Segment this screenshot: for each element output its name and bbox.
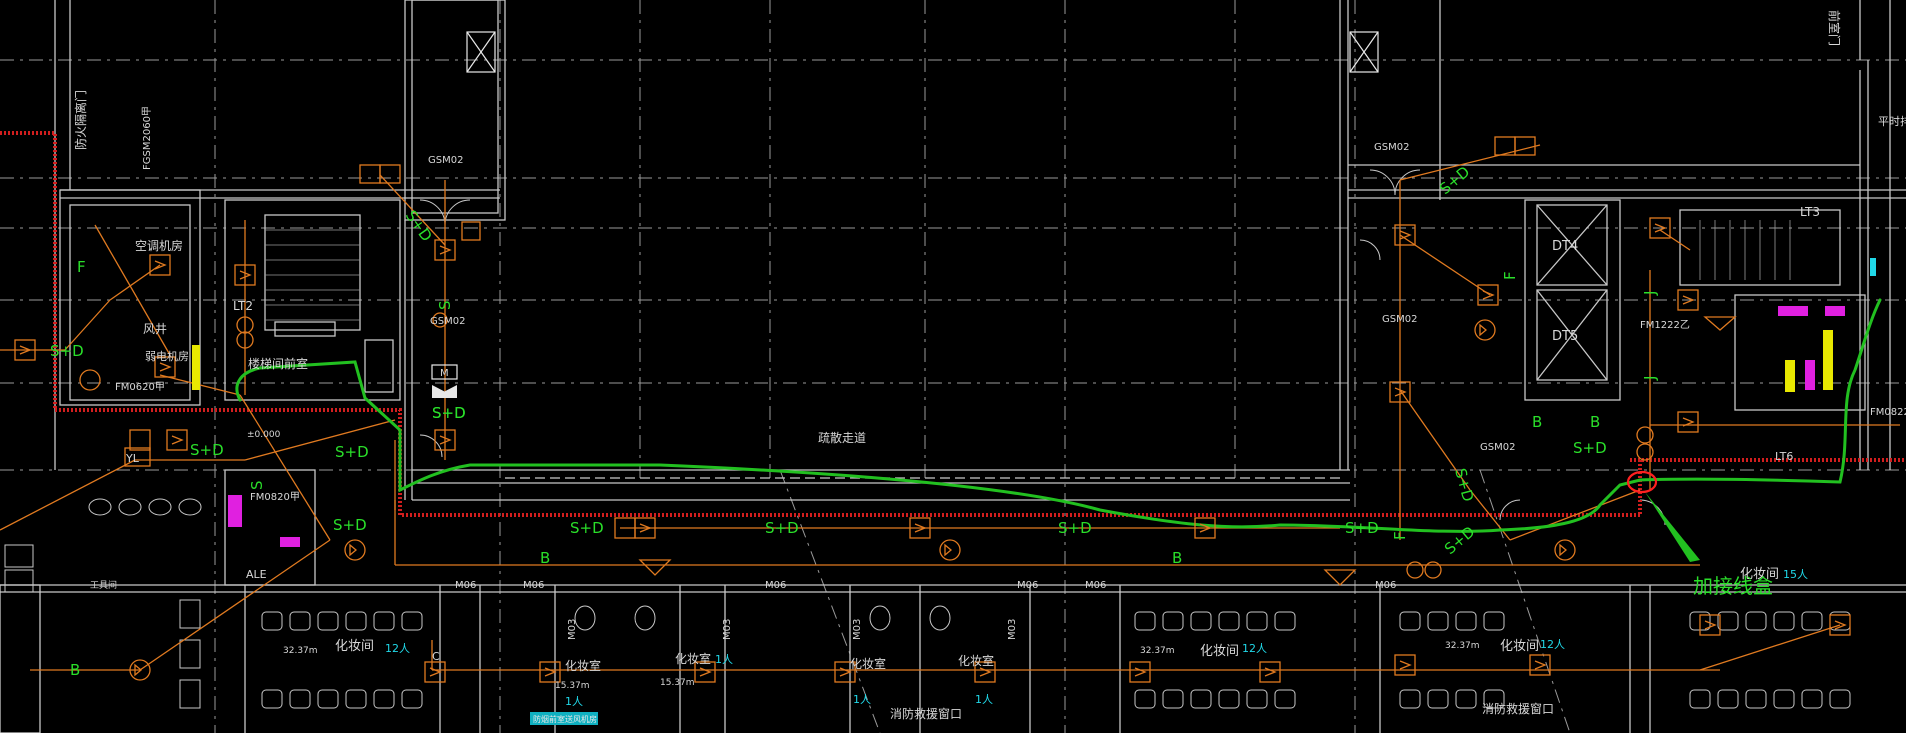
label-gsm02-mid-left: GSM02 <box>430 316 465 327</box>
label-b-1: B <box>540 549 550 567</box>
label-sd-1: S+D <box>50 342 84 360</box>
label-gsm02-lower-right: GSM02 <box>1480 442 1515 453</box>
label-people-1-c: 1人 <box>853 693 871 706</box>
label-b-5: B <box>70 661 80 679</box>
label-dt5: DT5 <box>1552 329 1578 344</box>
label-f-3: F <box>1391 531 1409 540</box>
label-dressing-small-4: 化妆室 <box>958 653 994 668</box>
label-m03-4: M03 <box>1007 619 1018 640</box>
label-m06-4: M06 <box>1017 580 1038 591</box>
label-sd-6: S+D <box>570 519 604 537</box>
label-sd-9: S+D <box>1345 519 1379 537</box>
label-gsm02-mid-right: GSM02 <box>1382 314 1417 325</box>
label-dressing-2: 化妆间 <box>1200 644 1239 659</box>
label-s-1: S <box>436 300 454 310</box>
label-m06-3: M06 <box>765 580 786 591</box>
label-people-12-c: 12人 <box>1540 638 1565 651</box>
label-lt3: LT3 <box>1800 205 1820 219</box>
label-weak-room: 弱电机房 <box>145 349 189 363</box>
label-people-15: 15人 <box>1783 568 1808 581</box>
label-area-2: 32.37m <box>1140 646 1175 656</box>
label-dt4: DT4 <box>1552 239 1578 254</box>
label-wind-shaft: 风井 <box>143 322 167 336</box>
label-annotation: 加接线盒 <box>1693 574 1773 598</box>
label-m: M <box>440 368 449 379</box>
label-j-1: J <box>1641 291 1659 296</box>
label-f-1: F <box>77 258 86 276</box>
label-area-3: 32.37m <box>1445 641 1480 651</box>
label-j-2: J <box>1641 376 1659 381</box>
label-sd-3: S+D <box>335 443 369 461</box>
label-fgsm: FGSM2060甲 <box>142 106 153 170</box>
label-fire-door: 防火隔离门 <box>73 90 88 150</box>
label-fm1222: FM1222乙 <box>1640 319 1690 331</box>
label-ale: ALE <box>246 568 267 581</box>
label-yl: YL <box>125 452 140 465</box>
label-fm0820: FM0820甲 <box>250 492 300 503</box>
label-sd-15: S+D <box>432 404 466 422</box>
label-people-1-d: 1人 <box>975 693 993 706</box>
label-level: ±0.000 <box>247 430 281 440</box>
label-lt6: LT6 <box>1775 450 1793 463</box>
label-right-side: 平时排风 <box>1878 114 1906 128</box>
label-f-2: F <box>1501 271 1519 280</box>
label-area-5: 15.37m <box>660 678 695 688</box>
label-right-top: 前室门 <box>1827 10 1842 46</box>
label-b-3: B <box>1532 413 1542 431</box>
label-m06-6: M06 <box>1375 580 1396 591</box>
label-m06-2: M06 <box>523 580 544 591</box>
label-dressing-small-1: 化妆室 <box>565 658 601 673</box>
label-c: C <box>432 650 440 663</box>
label-dressing-3: 化妆间 <box>1500 639 1539 654</box>
label-m03-2: M03 <box>722 619 733 640</box>
label-b-4: B <box>1590 413 1600 431</box>
label-corridor-caption: 防烟前室送风机房 <box>533 714 597 724</box>
label-s-2: S <box>248 480 266 490</box>
label-gsm02-right: GSM02 <box>1374 142 1409 153</box>
label-gsm02-left: GSM02 <box>428 155 463 166</box>
label-people-1-a: 1人 <box>565 695 583 708</box>
label-dressing-1: 化妆间 <box>335 639 374 654</box>
label-m06-1: M06 <box>455 580 476 591</box>
cad-floor-plan: GSM02 GSM02 GSM02 GSM02 GSM02 防火隔离门 FGSM… <box>0 0 1906 733</box>
label-area-1: 32.37m <box>283 646 318 656</box>
label-m03-3: M03 <box>852 619 863 640</box>
label-sd-8: S+D <box>1058 519 1092 537</box>
label-dressing-small-2: 化妆室 <box>675 651 711 666</box>
label-stairs: 楼梯间前室 <box>248 356 308 371</box>
label-fire-exit-2: 消防救援窗口 <box>1482 701 1554 716</box>
label-air-room: 空调机房 <box>135 238 183 253</box>
label-lt2: LT2 <box>233 299 253 313</box>
label-m06-5: M06 <box>1085 580 1106 591</box>
label-fm0822: FM0822乙 <box>1870 406 1906 418</box>
label-sd-7: S+D <box>765 519 799 537</box>
label-people-1-b: 1人 <box>715 653 733 666</box>
label-area-4: 15.37m <box>555 681 590 691</box>
label-b-2: B <box>1172 549 1182 567</box>
label-dressing-small-3: 化妆室 <box>850 656 886 671</box>
label-sd-4: S+D <box>333 516 367 534</box>
label-fm0620: FM0620甲 <box>115 382 165 393</box>
label-aisle: 疏散走道 <box>818 430 866 445</box>
label-m03-1: M03 <box>567 619 578 640</box>
label-tool: 工具间 <box>90 579 117 591</box>
label-people-12-a: 12人 <box>385 642 410 655</box>
label-sd-10: S+D <box>1573 439 1607 457</box>
label-fire-exit-1: 消防救援窗口 <box>890 706 962 721</box>
label-people-12-b: 12人 <box>1242 642 1267 655</box>
label-sd-2: S+D <box>190 441 224 459</box>
